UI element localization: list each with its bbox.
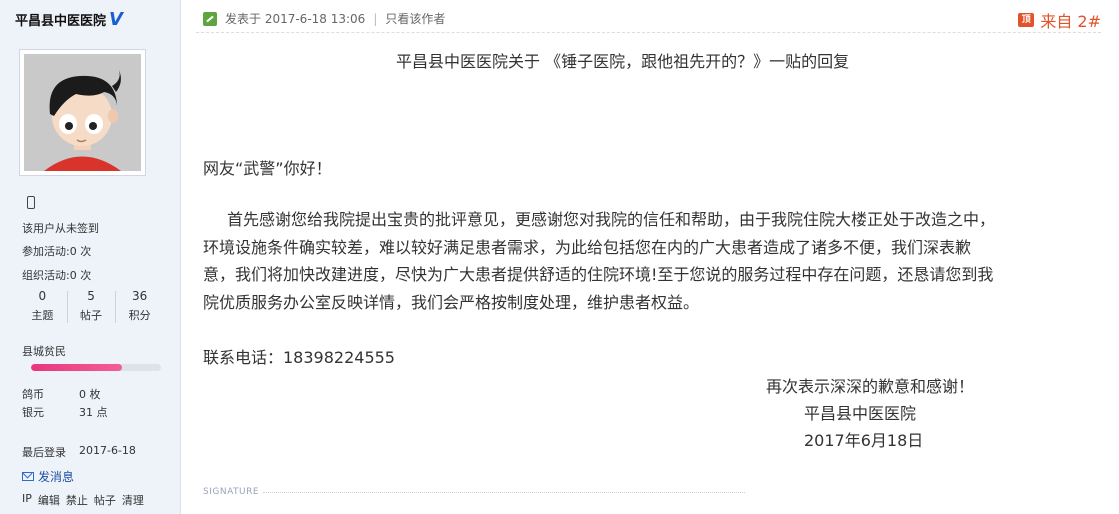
currency-label: 鸽币 <box>22 388 44 401</box>
checkin-status: 该用户从未签到 <box>22 222 99 235</box>
mobile-icon <box>27 196 35 209</box>
stat-label: 帖子 <box>80 309 102 322</box>
signature-line <box>263 491 746 493</box>
user-rank-title[interactable]: 县城贫民 <box>22 343 66 359</box>
post-meta: 发表于 2017-6-18 13:06 | 只看该作者 <box>203 10 445 27</box>
floor-indicator: 顶 来自 2# <box>1018 8 1101 32</box>
bump-icon[interactable]: 顶 <box>1018 13 1035 27</box>
post-title: 平昌县中医医院关于 《锤子医院，跟他祖先开的？》一贴的回复 <box>396 52 850 71</box>
stat-topics[interactable]: 0 主题 <box>18 289 67 327</box>
signature-label: SIGNATURE <box>203 487 260 497</box>
stat-label: 积分 <box>128 309 151 322</box>
activities-joined: 参加活动:0 次 <box>22 245 92 258</box>
signer-name: 平昌县中医医院 <box>804 404 917 423</box>
post-line: 首先感谢您给我院提出宝贵的批评意见，更感谢您对我院的信任和帮助，由于我院住院大楼… <box>227 210 996 229</box>
send-message-button[interactable]: 发消息 <box>22 468 74 485</box>
stat-value: 5 <box>87 289 95 303</box>
post-paragraph: 首先感谢您给我院提出宝贵的批评意见，更感谢您对我院的信任和帮助，由于我院住院大楼… <box>203 206 1095 316</box>
signature-divider: SIGNATURE <box>203 487 746 497</box>
stat-value: 36 <box>132 289 148 303</box>
rank-progress-bar <box>31 364 161 371</box>
post-time: 发表于 2017-6-18 13:06 <box>225 12 366 26</box>
post-line: 环境设施条件确实较差，难以较好满足患者需求，为此给包括您在内的广大患者造成了诸多… <box>203 237 972 257</box>
post-line: 院优质服务办公室反映详情，我们会严格按制度处理，维护患者权益。 <box>203 292 700 312</box>
post-line: 意，我们将加快改建进度，尽快为广大患者提供舒适的住院环境!至于您说的服务过程中存… <box>203 265 994 284</box>
post-greeting: 网友“武警”你好！ <box>203 159 332 178</box>
last-login-value: 2017-6-18 <box>79 444 136 457</box>
author-only-link[interactable]: 只看该作者 <box>385 10 445 27</box>
stat-points[interactable]: 36 积分 <box>115 289 164 327</box>
stat-label: 主题 <box>31 309 54 322</box>
currency-row: 鸽币 0 枚 <box>22 386 101 402</box>
last-login-row: 最后登录 2017-6-18 <box>22 444 136 460</box>
contact-phone: 联系电话：18398224555 <box>203 348 395 367</box>
send-message-label: 发消息 <box>38 470 75 484</box>
stat-value: 0 <box>38 289 47 303</box>
rank-progress-fill <box>31 364 122 371</box>
online-status-icon <box>203 11 217 26</box>
divider: | <box>373 11 378 26</box>
admin-link-posts[interactable]: 帖子 <box>94 492 116 508</box>
admin-link-ban[interactable]: 禁止 <box>66 492 88 508</box>
currency-value: 31 点 <box>79 406 108 419</box>
header-divider <box>196 32 1101 33</box>
signed-date: 2017年6月18日 <box>804 431 924 450</box>
currency-row: 银元 31 点 <box>22 404 108 420</box>
floor-number[interactable]: 来自 2# <box>1040 8 1101 32</box>
closing-text: 再次表示深深的歉意和感谢！ <box>766 377 975 396</box>
currency-value: 0 枚 <box>79 388 101 401</box>
activities-organized: 组织活动:0 次 <box>22 269 92 282</box>
mail-icon <box>22 472 34 481</box>
avatar-image <box>24 54 141 171</box>
currency-label: 银元 <box>22 406 44 419</box>
verified-icon: V <box>109 8 123 30</box>
stat-posts[interactable]: 5 帖子 <box>66 289 116 327</box>
avatar[interactable] <box>19 49 146 176</box>
admin-link-clean[interactable]: 清理 <box>122 492 144 508</box>
username-link[interactable]: 平昌县中医医院 <box>15 10 106 29</box>
user-stats: 0 主题 5 帖子 36 积分 <box>18 289 164 327</box>
last-login-label: 最后登录 <box>22 446 66 459</box>
username-row: 平昌县中医医院 V <box>15 10 123 29</box>
admin-link-edit[interactable]: 编辑 <box>38 492 60 508</box>
admin-links: IP 编辑 禁止 帖子 清理 <box>22 492 144 508</box>
user-profile-panel: 平昌县中医医院 V 该用户从未签到 参加活动:0 次 组织活动:0 次 0 主题… <box>0 0 181 514</box>
admin-link-ip[interactable]: IP <box>22 492 32 508</box>
